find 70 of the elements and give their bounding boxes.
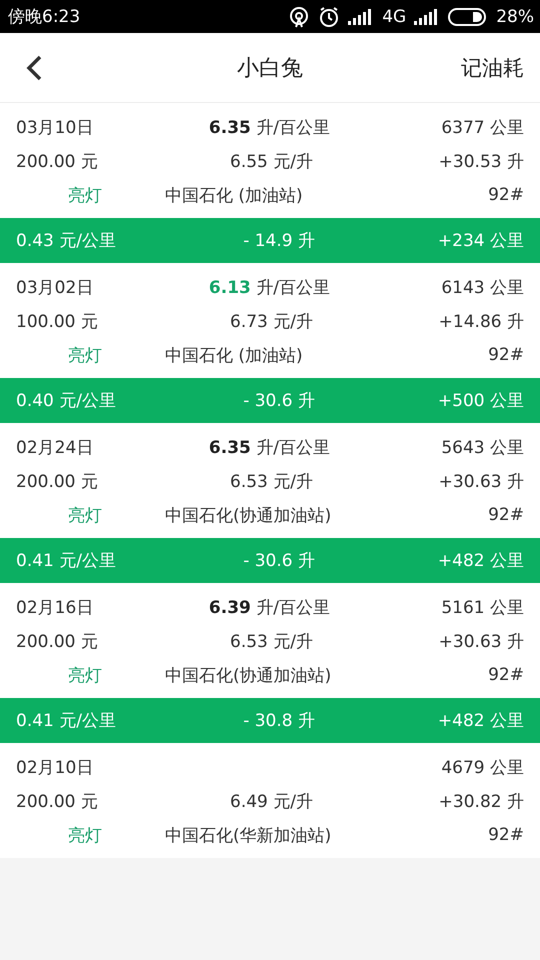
record-date: 02月16日 <box>16 597 94 619</box>
warning-light-status: 亮灯 <box>67 344 103 366</box>
record-fuel-button[interactable]: 记油耗 <box>461 54 540 82</box>
odometer-reading: 5161 公里 <box>440 597 524 619</box>
fuel-efficiency: 6.13 升/百公里 <box>208 277 330 299</box>
fuel-added: +30.63 升 <box>438 630 524 652</box>
fuel-price: 6.49 元/升 <box>229 790 314 812</box>
alarm-icon <box>318 6 340 28</box>
cost-per-km: 0.43 元/公里 <box>16 230 117 252</box>
cost-per-km: 0.41 元/公里 <box>16 550 117 572</box>
fuel-added: +30.63 升 <box>438 470 524 492</box>
warning-light-status: 亮灯 <box>67 664 103 686</box>
gas-station: 中国石化(协通加油站) <box>164 664 330 686</box>
battery-icon <box>448 6 488 26</box>
fuel-grade: 92# <box>487 825 524 845</box>
gas-station: 中国石化 (加油站) <box>164 184 304 206</box>
gas-station: 中国石化 (加油站) <box>164 344 304 366</box>
fuel-cost: 200.00 元 <box>16 790 99 812</box>
gas-station: 中国石化(协通加油站) <box>164 504 330 526</box>
fuel-used: - 14.9 升 <box>242 230 316 252</box>
fuel-efficiency: 6.35 升/百公里 <box>208 117 330 139</box>
record-date: 03月02日 <box>16 277 94 299</box>
distance-driven: +500 公里 <box>436 390 524 412</box>
fuel-used: - 30.6 升 <box>242 390 316 412</box>
fuel-grade: 92# <box>487 345 524 365</box>
odometer-reading: 5643 公里 <box>440 437 524 459</box>
fuel-record[interactable]: 03月02日 6.13 升/百公里 6143 公里 100.00 元 6.73 元/升 +14.86 升 亮灯 中国石化 (加油站) 92# <box>0 263 540 378</box>
record-date: 02月24日 <box>16 437 94 459</box>
fuel-added: +30.53 升 <box>438 150 524 172</box>
status-time: 傍晚6:23 <box>8 6 80 28</box>
odometer-reading: 6143 公里 <box>440 277 524 299</box>
page-title: 小白兔 <box>236 54 304 82</box>
odometer-reading: 6377 公里 <box>440 117 524 139</box>
gas-station: 中国石化(华新加油站) <box>164 824 330 846</box>
fuel-cost: 200.00 元 <box>16 470 99 492</box>
fuel-grade: 92# <box>487 505 524 525</box>
fuel-added: +30.82 升 <box>438 790 524 812</box>
back-icon <box>26 54 42 80</box>
warning-light-status: 亮灯 <box>67 504 103 526</box>
fuel-cost: 200.00 元 <box>16 630 99 652</box>
warning-light-status: 亮灯 <box>67 184 103 206</box>
fuel-price: 6.55 元/升 <box>229 150 314 172</box>
fuel-cost: 100.00 元 <box>16 310 99 332</box>
fuel-record[interactable]: 02月10日 4679 公里 200.00 元 6.49 元/升 +30.82 升 亮灯 中国石化(华新加油站) 92# <box>0 743 540 858</box>
fuel-efficiency: 6.35 升/百公里 <box>208 437 330 459</box>
cost-per-km: 0.40 元/公里 <box>16 390 117 412</box>
hotspot-icon <box>288 6 310 28</box>
fuel-grade: 92# <box>487 185 524 205</box>
fuel-price: 6.73 元/升 <box>229 310 314 332</box>
odometer-reading: 4679 公里 <box>440 757 524 779</box>
fuel-record[interactable]: 02月24日 6.35 升/百公里 5643 公里 200.00 元 6.53 元/升 +30.63 升 亮灯 中国石化(协通加油站) 92# <box>0 423 540 538</box>
fuel-used: - 30.8 升 <box>242 710 316 732</box>
battery-percent: 28% <box>496 6 534 26</box>
fuel-record[interactable]: 02月16日 6.39 升/百公里 5161 公里 200.00 元 6.53 元/升 +30.63 升 亮灯 中国石化(协通加油站) 92# <box>0 583 540 698</box>
warning-light-status: 亮灯 <box>67 824 103 846</box>
distance-driven: +482 公里 <box>436 550 524 572</box>
cost-per-km: 0.41 元/公里 <box>16 710 117 732</box>
fuel-cost: 200.00 元 <box>16 150 99 172</box>
distance-driven: +234 公里 <box>436 230 524 252</box>
record-date: 03月10日 <box>16 117 94 139</box>
network-type: 4G <box>382 6 406 26</box>
fuel-grade: 92# <box>487 665 524 685</box>
fuel-record[interactable]: 03月10日 6.35 升/百公里 6377 公里 200.00 元 6.55 元/升 +30.53 升 亮灯 中国石化 (加油站) 92# <box>0 103 540 218</box>
fuel-price: 6.53 元/升 <box>229 630 314 652</box>
fuel-added: +14.86 升 <box>438 310 524 332</box>
fuel-efficiency: 6.39 升/百公里 <box>208 597 330 619</box>
record-date: 02月10日 <box>16 757 94 779</box>
fuel-used: - 30.6 升 <box>242 550 316 572</box>
fuel-price: 6.53 元/升 <box>229 470 314 492</box>
distance-driven: +482 公里 <box>436 710 524 732</box>
